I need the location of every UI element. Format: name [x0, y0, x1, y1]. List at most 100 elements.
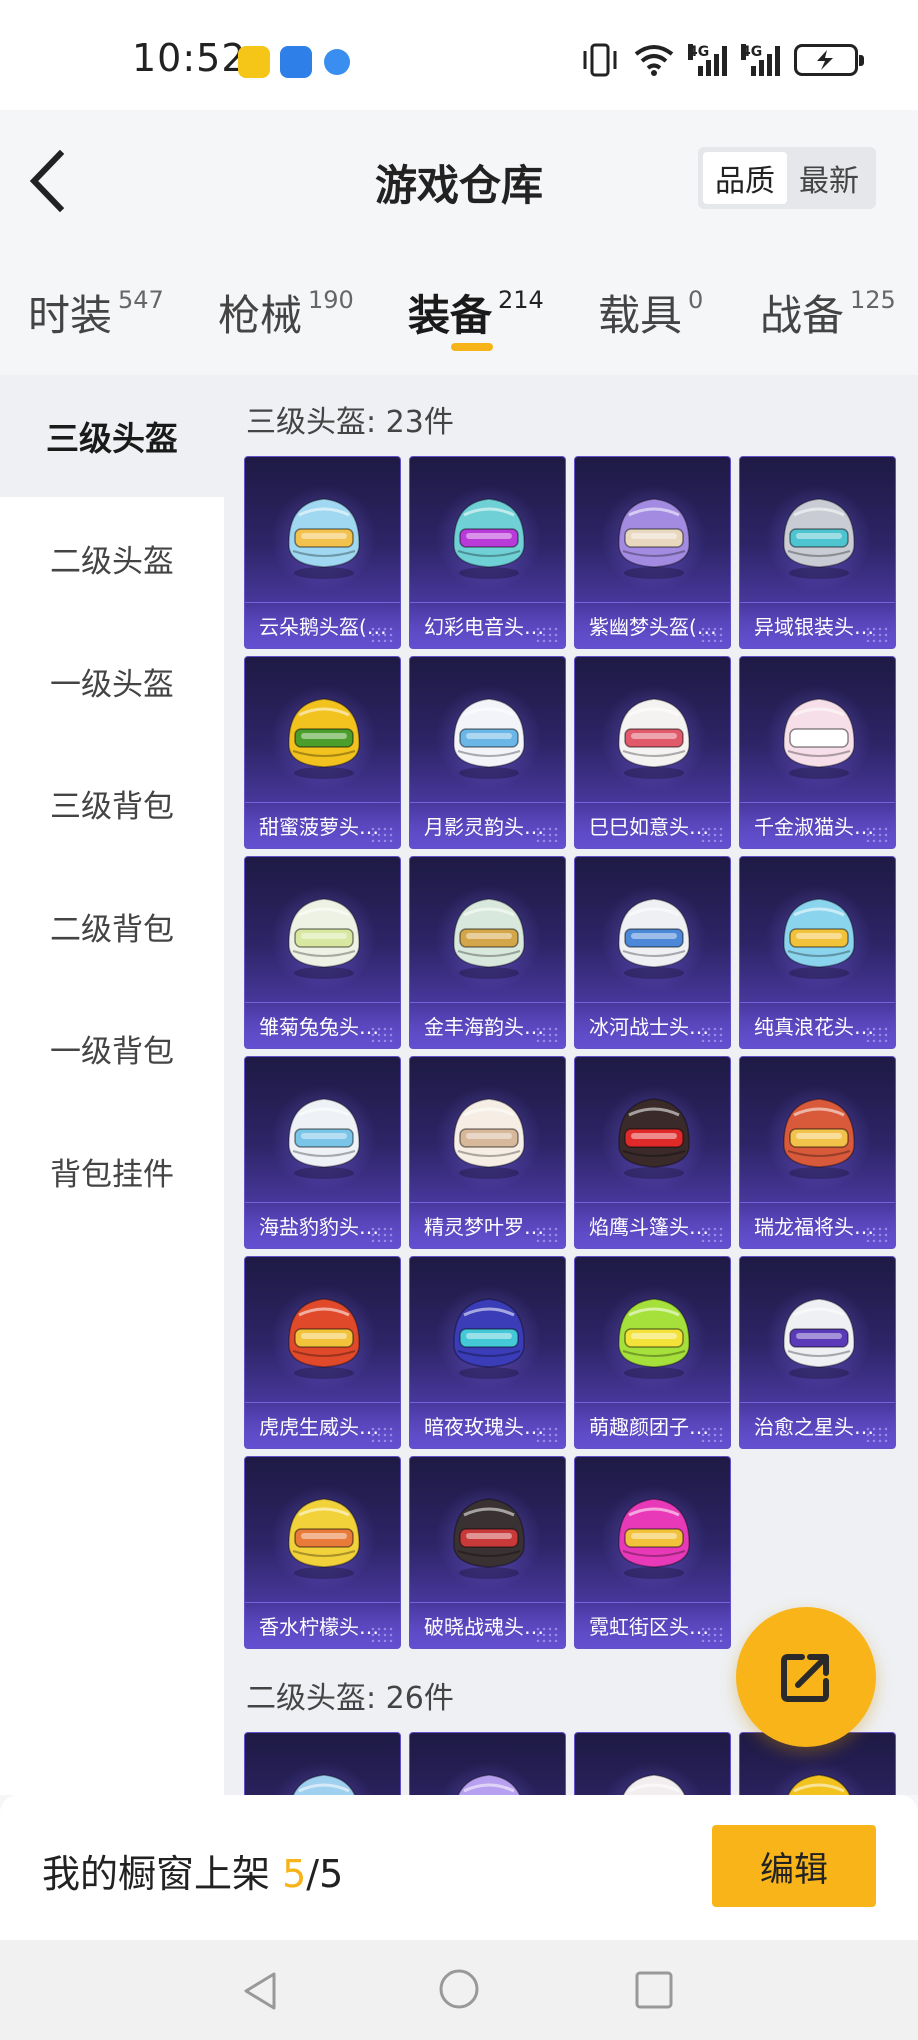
sidebar-item-level3-helmet[interactable]: 三级头盔	[0, 375, 224, 497]
card-decoration	[700, 826, 724, 842]
helmet-icon	[453, 1298, 525, 1379]
item-card[interactable]: 甜蜜菠萝头…	[244, 656, 401, 849]
item-card[interactable]: 月影灵韵头…	[409, 656, 566, 849]
item-card[interactable]: 雏菊兔兔头…	[244, 856, 401, 1049]
item-card[interactable]: 异域银装头…	[739, 456, 896, 649]
helmet-icon	[453, 498, 525, 579]
helmet-icon	[618, 1298, 690, 1379]
item-card[interactable]: 海盐豹豹头…	[244, 1056, 401, 1249]
item-card[interactable]: 云朵鹅头盔(…	[244, 456, 401, 649]
subcategory-sidebar: 三级头盔 二级头盔 一级头盔 三级背包 二级背包 一级背包 背包挂件	[0, 375, 224, 1795]
card-decoration	[370, 826, 394, 842]
nav-recents-icon[interactable]	[634, 1970, 674, 2010]
page-header: 游戏仓库 品质 最新	[0, 110, 918, 260]
sidebar-item-backpack-charm[interactable]: 背包挂件	[0, 1110, 224, 1232]
section-title: 三级头盔: 23件	[246, 405, 454, 440]
showcase-status: 我的橱窗上架 5/5	[42, 1852, 344, 1896]
battery-icon	[794, 44, 864, 76]
share-button[interactable]	[736, 1607, 876, 1747]
card-decoration	[700, 1626, 724, 1642]
card-decoration	[700, 626, 724, 642]
helmet-icon	[783, 1098, 855, 1179]
helmet-icon	[453, 898, 525, 979]
tab-equipment[interactable]: 装备 214	[408, 282, 544, 343]
card-decoration	[535, 826, 559, 842]
helmet-icon	[618, 1098, 690, 1179]
chat-notification-icon	[280, 46, 312, 78]
item-card[interactable]: 精灵梦叶罗…	[409, 1056, 566, 1249]
helmet-icon	[783, 698, 855, 779]
sidebar-item-level3-backpack[interactable]: 三级背包	[0, 742, 224, 864]
helmet-icon	[288, 898, 360, 979]
showcase-current-count: 5	[282, 1852, 307, 1896]
nav-back-icon[interactable]	[240, 1970, 280, 2012]
showcase-total-count: /5	[306, 1852, 344, 1896]
card-decoration	[370, 626, 394, 642]
card-decoration	[370, 1026, 394, 1042]
status-time: 10:52	[132, 36, 247, 80]
item-card[interactable]: 虎虎生威头…	[244, 1256, 401, 1449]
helmet-icon	[453, 1098, 525, 1179]
item-card[interactable]	[574, 1732, 731, 1795]
card-decoration	[700, 1426, 724, 1442]
item-card[interactable]: 焰鹰斗篷头…	[574, 1056, 731, 1249]
item-card[interactable]: 萌趣颜团子…	[574, 1256, 731, 1449]
wifi-icon	[634, 45, 674, 76]
sort-option-latest[interactable]: 最新	[787, 152, 871, 204]
helmet-icon	[288, 1298, 360, 1379]
sort-option-quality[interactable]: 品质	[703, 152, 787, 204]
card-decoration	[535, 1626, 559, 1642]
vibrate-icon	[583, 43, 617, 77]
item-card[interactable]	[244, 1732, 401, 1795]
helmet-icon	[288, 498, 360, 579]
sidebar-item-level1-backpack[interactable]: 一级背包	[0, 987, 224, 1109]
helmet-icon	[618, 1498, 690, 1579]
card-decoration	[370, 1426, 394, 1442]
helmet-icon	[783, 898, 855, 979]
item-card[interactable]: 金丰海韵头…	[409, 856, 566, 1049]
sidebar-item-level2-helmet[interactable]: 二级头盔	[0, 497, 224, 619]
item-card[interactable]: 治愈之星头…	[739, 1256, 896, 1449]
status-icons: 4G 4G	[580, 40, 864, 80]
helmet-icon	[288, 1098, 360, 1179]
card-decoration	[865, 1226, 889, 1242]
card-decoration	[535, 626, 559, 642]
sidebar-item-level2-backpack[interactable]: 二级背包	[0, 865, 224, 987]
helmet-icon	[453, 1498, 525, 1579]
card-decoration	[370, 1226, 394, 1242]
item-card[interactable]	[409, 1732, 566, 1795]
helmet-icon	[292, 1774, 356, 1795]
sidebar-item-level1-helmet[interactable]: 一级头盔	[0, 620, 224, 742]
item-card[interactable]: 冰河战士头…	[574, 856, 731, 1049]
item-card[interactable]: 紫幽梦头盔(…	[574, 456, 731, 649]
item-card[interactable]: 千金淑猫头…	[739, 656, 896, 849]
browser-notification-icon	[324, 49, 350, 75]
item-card[interactable]: 幻彩电音头…	[409, 456, 566, 649]
item-grid-panel: 三级头盔: 23件 二级头盔: 26件 云朵鹅头盔(… 幻彩电音头… 紫幽梦头盔(……	[224, 375, 918, 1795]
card-decoration	[535, 1426, 559, 1442]
nav-home-icon[interactable]	[438, 1968, 480, 2010]
tab-war-supplies[interactable]: 战备 125	[760, 282, 896, 343]
share-icon	[781, 1654, 829, 1702]
category-tabs: 时装 547 枪械 190 装备 214 载具 0 战备 125	[0, 260, 918, 375]
tab-guns[interactable]: 枪械 190	[218, 282, 354, 343]
helmet-icon	[618, 698, 690, 779]
showcase-bar: 我的橱窗上架 5/5 编辑	[0, 1795, 918, 1940]
tab-fashion[interactable]: 时装 547	[28, 282, 164, 343]
helmet-icon	[457, 1774, 521, 1795]
helmet-icon	[622, 1774, 686, 1795]
cellular-signal-2-icon: 4G	[741, 44, 780, 76]
item-card[interactable]: 巳巳如意头…	[574, 656, 731, 849]
item-card[interactable]: 霓虹街区头…	[574, 1456, 731, 1649]
active-tab-indicator	[451, 343, 493, 351]
item-card[interactable]: 瑞龙福将头…	[739, 1056, 896, 1249]
tab-vehicles[interactable]: 载具 0	[598, 282, 703, 343]
edit-button[interactable]: 编辑	[712, 1825, 876, 1907]
helmet-icon	[288, 698, 360, 779]
item-card[interactable]: 暗夜玫瑰头…	[409, 1256, 566, 1449]
item-card[interactable]: 破晓战魂头…	[409, 1456, 566, 1649]
item-card[interactable]: 纯真浪花头…	[739, 856, 896, 1049]
item-card[interactable]: 香水柠檬头…	[244, 1456, 401, 1649]
sort-toggle: 品质 最新	[698, 147, 876, 209]
helmet-icon	[453, 698, 525, 779]
